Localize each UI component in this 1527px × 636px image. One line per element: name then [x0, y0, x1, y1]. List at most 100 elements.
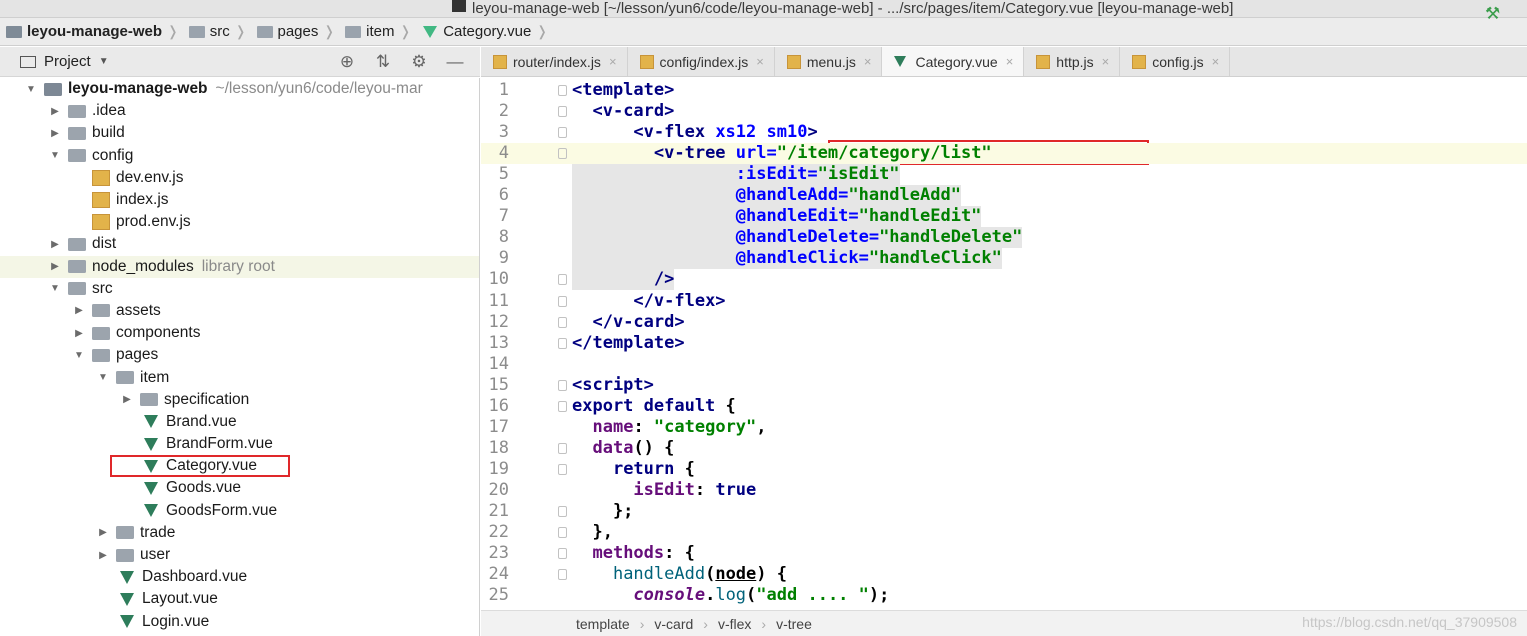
breadcrumb-item[interactable]: pages ❭ [251, 18, 340, 46]
tree-item[interactable]: ▶ user [0, 544, 479, 566]
editor-tab[interactable]: config/index.js × [628, 47, 775, 76]
structure-crumb[interactable]: v-flex [718, 616, 751, 632]
tree-item[interactable]: Login.vue [0, 611, 479, 633]
fold-marker-icon[interactable] [558, 463, 567, 475]
tree-item[interactable]: Layout.vue [0, 588, 479, 610]
close-icon[interactable]: × [756, 54, 764, 69]
fold-marker-icon[interactable] [558, 442, 567, 454]
code-text: <template> [572, 80, 674, 101]
tree-item[interactable]: ▶ build [0, 122, 479, 144]
tree-item[interactable]: ▶ node_modules library root [0, 255, 479, 278]
hide-panel-icon[interactable]: — [444, 52, 466, 72]
expand-arrow-down-icon[interactable]: ▼ [72, 350, 86, 361]
app-icon [452, 0, 466, 12]
expand-arrow-down-icon[interactable]: ▼ [24, 84, 38, 95]
tree-item[interactable]: Brand.vue [0, 411, 479, 433]
tree-item[interactable]: dev.env.js [0, 167, 479, 189]
expand-arrow-right-icon[interactable]: ▶ [72, 328, 86, 339]
fold-marker-icon[interactable] [558, 527, 567, 539]
fold-marker-icon[interactable] [558, 548, 567, 560]
chevron-down-icon[interactable]: ▼ [99, 56, 109, 67]
fold-marker-icon[interactable] [558, 569, 567, 581]
tree-item[interactable]: Category.vue [0, 455, 479, 478]
expand-arrow-down-icon[interactable]: ▼ [96, 372, 110, 383]
fold-marker-icon[interactable] [558, 295, 567, 307]
collapse-all-icon[interactable]: ⇅ [372, 52, 394, 72]
expand-arrow-down-icon[interactable]: ▼ [48, 150, 62, 161]
code-token: () { [633, 437, 675, 458]
structure-crumb[interactable]: template [576, 616, 630, 632]
tree-item[interactable]: ▶ assets [0, 300, 479, 322]
chevron-right-icon: › [639, 615, 645, 632]
tree-item[interactable]: prod.env.js [0, 211, 479, 233]
locate-file-icon[interactable]: ⊕ [336, 52, 358, 72]
tree-item-label: item [140, 368, 170, 386]
expand-arrow-right-icon[interactable]: ▶ [96, 527, 110, 538]
fold-marker-icon[interactable] [558, 106, 567, 118]
line-number: 24 [488, 564, 509, 585]
editor-tab[interactable]: menu.js × [775, 47, 883, 76]
code-token: </v-card> [592, 311, 685, 332]
expand-arrow-right-icon[interactable]: ▶ [72, 305, 86, 316]
tree-item[interactable]: index.js [0, 189, 479, 211]
fold-marker-icon[interactable] [558, 316, 567, 328]
fold-marker-icon[interactable] [558, 379, 567, 391]
tree-item[interactable]: BrandForm.vue [0, 433, 479, 455]
project-panel-title[interactable]: Project [44, 53, 91, 70]
close-icon[interactable]: × [1006, 54, 1014, 69]
fold-marker-icon[interactable] [558, 506, 567, 517]
tree-item[interactable]: ▶ trade [0, 522, 479, 544]
gear-icon[interactable]: ⚙ [408, 52, 430, 72]
tree-item-label: config [92, 146, 134, 164]
breadcrumb-item[interactable]: src ❭ [183, 18, 251, 46]
tree-item[interactable]: ▼ src [0, 278, 479, 300]
close-icon[interactable]: × [609, 54, 617, 69]
expand-arrow-right-icon[interactable]: ▶ [48, 261, 62, 272]
expand-arrow-right-icon[interactable]: ▶ [96, 550, 110, 561]
code-token: </v-flex> [633, 290, 726, 311]
fold-marker-icon[interactable] [558, 274, 567, 286]
fold-marker-icon[interactable] [558, 148, 567, 160]
code-line: 19 return { [481, 459, 1527, 480]
tree-item[interactable]: ▶ specification [0, 389, 479, 411]
breadcrumb-item[interactable]: leyou-manage-web ❭ [0, 18, 183, 46]
tree-item[interactable]: ▼ leyou-manage-web ~/lesson/yun6/code/leyo… [0, 78, 479, 100]
tree-item[interactable]: Goods.vue [0, 477, 479, 499]
close-icon[interactable]: × [1102, 54, 1110, 69]
expand-arrow-right-icon[interactable]: ▶ [120, 394, 134, 405]
fold-marker-icon[interactable] [558, 337, 567, 349]
breadcrumb-item[interactable]: item ❭ [339, 18, 415, 46]
tree-item[interactable]: ▶ dist [0, 233, 479, 255]
expand-arrow-right-icon[interactable]: ▶ [48, 106, 62, 117]
chevron-right-icon: › [761, 615, 767, 632]
breadcrumb-item[interactable]: Category.vue ❭ [415, 18, 552, 46]
editor-tab[interactable]: http.js × [1024, 47, 1121, 76]
build-hammer-icon[interactable]: ⚒ [1485, 5, 1505, 23]
close-icon[interactable]: × [1212, 54, 1220, 69]
breadcrumb-label: src [209, 23, 230, 40]
expand-arrow-right-icon[interactable]: ▶ [48, 239, 62, 250]
tree-item[interactable]: ▼ item [0, 366, 479, 388]
structure-crumb[interactable]: v-tree [776, 616, 812, 632]
code-editor[interactable]: 1 <template> 2 <v-card> 3 <v-flex xs12 sm10… [481, 78, 1527, 606]
tree-item[interactable]: ▼ pages [0, 344, 479, 366]
expand-arrow-down-icon[interactable]: ▼ [48, 283, 62, 294]
fold-marker-icon[interactable] [558, 85, 567, 96]
tree-item[interactable]: ▶ components [0, 322, 479, 344]
tree-item[interactable]: ▼ config [0, 145, 479, 167]
editor-tab[interactable]: router/index.js × [481, 47, 628, 76]
structure-crumb[interactable]: v-card [654, 616, 693, 632]
expand-arrow-right-icon[interactable]: ▶ [48, 128, 62, 139]
close-icon[interactable]: × [864, 54, 872, 69]
tree-item-label: build [92, 124, 125, 142]
editor-tab[interactable]: config.js × [1120, 47, 1231, 76]
fold-marker-icon[interactable] [558, 400, 567, 412]
tree-item[interactable]: GoodsForm.vue [0, 500, 479, 522]
tree-item-label: assets [116, 301, 161, 319]
tree-item[interactable]: ▶ .idea [0, 100, 479, 122]
fold-marker-icon[interactable] [558, 127, 567, 139]
tree-item[interactable]: Dashboard.vue [0, 566, 479, 588]
editor-tab[interactable]: Category.vue × [882, 47, 1025, 76]
